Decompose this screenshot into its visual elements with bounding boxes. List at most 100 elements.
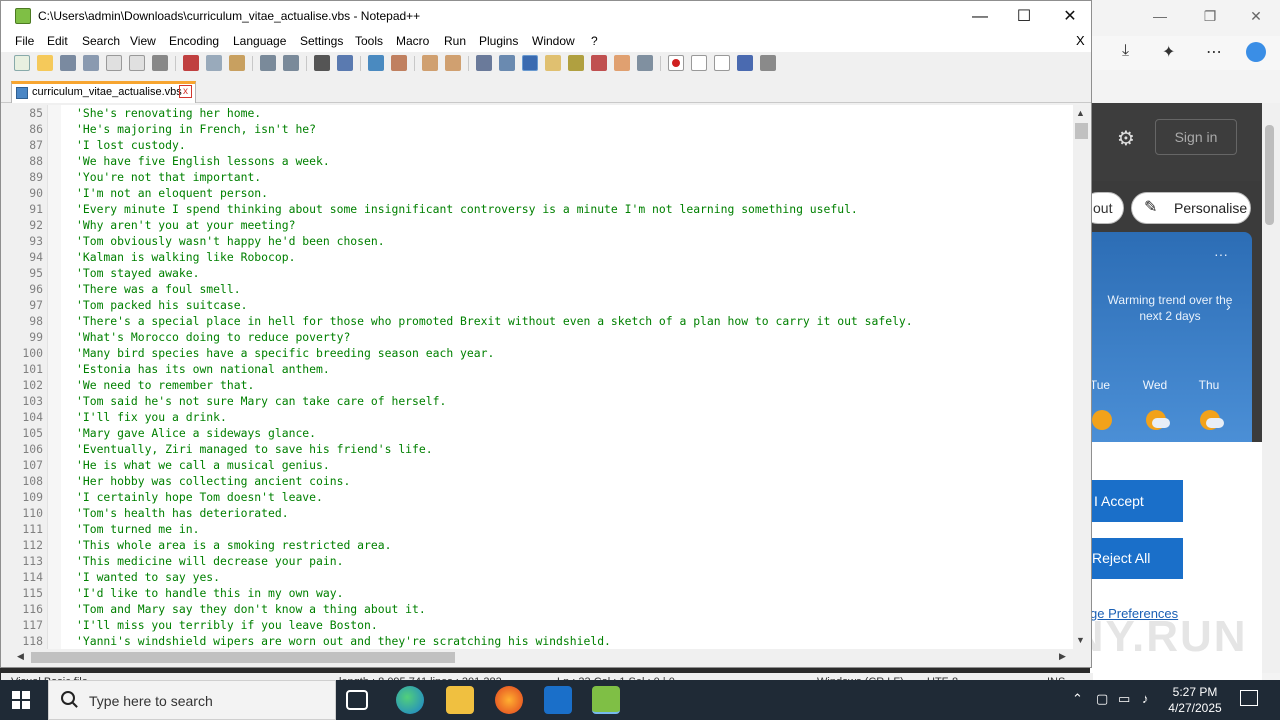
- folder-icon[interactable]: [614, 55, 630, 71]
- sign-in-button[interactable]: Sign in: [1155, 119, 1237, 155]
- horizontal-scrollbar[interactable]: ◀ ▶: [13, 649, 1073, 666]
- print-icon[interactable]: [152, 55, 168, 71]
- weather-more-icon[interactable]: ···: [1214, 246, 1228, 262]
- sync-horizontal-icon[interactable]: [445, 55, 461, 71]
- outlook-icon[interactable]: [544, 686, 572, 714]
- menu-file[interactable]: File: [15, 34, 34, 48]
- close-file-icon[interactable]: [106, 55, 122, 71]
- menu-search[interactable]: Search: [82, 34, 120, 48]
- open-file-icon[interactable]: [37, 55, 53, 71]
- line-number: 107: [22, 458, 43, 472]
- notepadpp-taskbar-icon[interactable]: [592, 686, 620, 714]
- security-icon[interactable]: ▢: [1096, 691, 1108, 707]
- stop-macro-icon[interactable]: [691, 55, 707, 71]
- undo-icon[interactable]: [260, 55, 276, 71]
- copilot-icon[interactable]: [1246, 42, 1266, 62]
- copy-icon[interactable]: [206, 55, 222, 71]
- close-button[interactable]: ✕: [1047, 3, 1093, 30]
- new-file-icon[interactable]: [14, 55, 30, 71]
- browser-minimize-button[interactable]: —: [1150, 8, 1170, 24]
- horizontal-scroll-thumb[interactable]: [31, 652, 455, 663]
- menu-language[interactable]: Language: [233, 34, 286, 48]
- menu-view[interactable]: View: [130, 34, 156, 48]
- show-hidden-icons-icon[interactable]: ⌃: [1072, 691, 1083, 707]
- record-macro-icon[interactable]: [668, 55, 684, 71]
- more-options-icon[interactable]: ⋯: [1206, 42, 1222, 62]
- chevron-right-icon[interactable]: ›: [1226, 298, 1231, 314]
- word-wrap-icon[interactable]: [476, 55, 492, 71]
- redo-icon[interactable]: [283, 55, 299, 71]
- folder-workspace-icon[interactable]: [591, 55, 607, 71]
- menu-macro[interactable]: Macro: [396, 34, 429, 48]
- close-all-icon[interactable]: [129, 55, 145, 71]
- extensions-icon[interactable]: ✦: [1162, 42, 1175, 62]
- settings-gear-icon[interactable]: ⚙: [1117, 126, 1135, 151]
- document-map-icon[interactable]: [545, 55, 561, 71]
- notification-icon[interactable]: [1240, 690, 1258, 706]
- vertical-scroll-thumb[interactable]: [1075, 123, 1088, 139]
- monitoring-eye-icon[interactable]: [637, 55, 653, 71]
- browser-scroll-thumb[interactable]: [1265, 125, 1274, 225]
- maximize-button[interactable]: ☐: [1001, 3, 1047, 30]
- zoom-out-icon[interactable]: [391, 55, 407, 71]
- vertical-scrollbar[interactable]: ▲ ▼: [1073, 105, 1090, 649]
- tab-document[interactable]: curriculum_vitae_actualise.vbs x: [11, 81, 196, 103]
- close-tab-icon[interactable]: x: [179, 85, 192, 98]
- menu-plugins[interactable]: Plugins: [479, 34, 518, 48]
- menu-tools[interactable]: Tools: [355, 34, 383, 48]
- start-button[interactable]: [12, 691, 30, 709]
- save-icon[interactable]: [60, 55, 76, 71]
- line-number: 85: [29, 106, 43, 120]
- menu-edit[interactable]: Edit: [47, 34, 68, 48]
- personalise-icon: ✎: [1144, 199, 1158, 216]
- line-number: 101: [22, 362, 43, 376]
- line-number: 102: [22, 378, 43, 392]
- cut-icon[interactable]: [183, 55, 199, 71]
- download-icon[interactable]: ⤓: [1122, 42, 1129, 60]
- play-macro-icon[interactable]: [714, 55, 730, 71]
- show-all-chars-icon[interactable]: [499, 55, 515, 71]
- personalise-button[interactable]: ✎ Personalise: [1131, 192, 1251, 224]
- editor-area[interactable]: 85 'She's renovating her home. 86 'He's maj…: [13, 105, 1073, 649]
- menu-run[interactable]: Run: [444, 34, 466, 48]
- paste-icon[interactable]: [229, 55, 245, 71]
- function-list-icon[interactable]: [568, 55, 584, 71]
- taskbar-search[interactable]: Type here to search: [48, 680, 336, 720]
- volume-icon[interactable]: ♪: [1142, 691, 1149, 706]
- run-macro-multiple-icon[interactable]: [737, 55, 753, 71]
- replace-icon[interactable]: [337, 55, 353, 71]
- reject-all-button[interactable]: Reject All: [1090, 538, 1183, 579]
- line-text: 'What's Morocco doing to reduce poverty?: [76, 330, 351, 344]
- menu-settings[interactable]: Settings: [300, 34, 343, 48]
- toolbar-separator: [252, 56, 253, 71]
- indent-guide-icon[interactable]: [522, 55, 538, 71]
- menubar: File Edit Search View Encoding Language …: [1, 32, 1091, 52]
- accept-button[interactable]: I Accept: [1090, 480, 1183, 522]
- fold-margin: [47, 105, 61, 649]
- line-text: 'Tom said he's not sure Mary can take ca…: [76, 394, 447, 408]
- menu-window[interactable]: Window: [532, 34, 575, 48]
- clock[interactable]: 5:27 PM 4/27/2025: [1158, 684, 1232, 716]
- network-icon[interactable]: ▭: [1118, 691, 1130, 707]
- edge-icon[interactable]: [396, 686, 424, 714]
- scroll-up-icon[interactable]: ▲: [1076, 108, 1085, 118]
- weather-card[interactable]: [1090, 232, 1252, 442]
- line-number: 117: [22, 618, 43, 632]
- menu-encoding[interactable]: Encoding: [169, 34, 219, 48]
- sync-vertical-icon[interactable]: [422, 55, 438, 71]
- scroll-down-icon[interactable]: ▼: [1076, 635, 1085, 645]
- find-icon[interactable]: [314, 55, 330, 71]
- close-document-button[interactable]: X: [1076, 33, 1085, 48]
- browser-restore-button[interactable]: ❐: [1200, 8, 1220, 25]
- zoom-in-icon[interactable]: [368, 55, 384, 71]
- task-view-icon[interactable]: [346, 690, 368, 710]
- scroll-right-icon[interactable]: ▶: [1059, 651, 1066, 662]
- save-macro-icon[interactable]: [760, 55, 776, 71]
- menu-help[interactable]: ?: [591, 34, 598, 48]
- firefox-icon[interactable]: [495, 686, 523, 714]
- browser-close-button[interactable]: ✕: [1246, 8, 1266, 25]
- minimize-button[interactable]: —: [957, 3, 1003, 30]
- file-explorer-icon[interactable]: [446, 686, 474, 714]
- save-all-icon[interactable]: [83, 55, 99, 71]
- scroll-left-icon[interactable]: ◀: [17, 651, 24, 662]
